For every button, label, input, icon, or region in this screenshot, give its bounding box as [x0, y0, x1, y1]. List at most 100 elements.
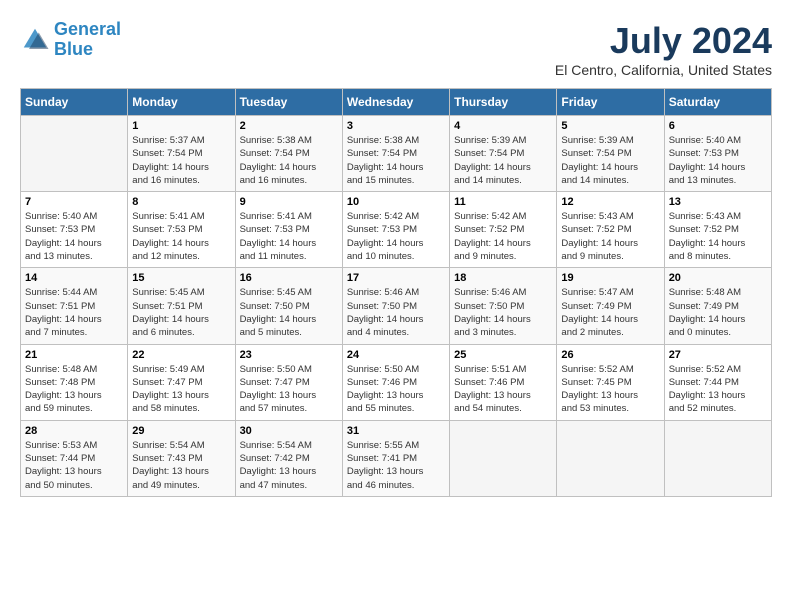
day-info: Sunrise: 5:54 AM Sunset: 7:42 PM Dayligh… — [240, 439, 338, 492]
calendar-cell: 1 Sunrise: 5:37 AM Sunset: 7:54 PM Daylig… — [128, 116, 235, 192]
day-info: Sunrise: 5:42 AM Sunset: 7:52 PM Dayligh… — [454, 210, 552, 263]
day-info: Sunrise: 5:40 AM Sunset: 7:53 PM Dayligh… — [25, 210, 123, 263]
day-info: Sunrise: 5:44 AM Sunset: 7:51 PM Dayligh… — [25, 286, 123, 339]
calendar-week-row: 28 Sunrise: 5:53 AM Sunset: 7:44 PM Dayli… — [21, 420, 772, 496]
day-number: 14 — [25, 272, 123, 284]
calendar-cell: 26 Sunrise: 5:52 AM Sunset: 7:45 PM Dayli… — [557, 344, 664, 420]
calendar-cell: 23Sunrise: 5:50 AM Sunset: 7:47 PM Dayli… — [235, 344, 342, 420]
month-title: July 2024 — [555, 20, 772, 62]
day-info: Sunrise: 5:39 AM Sunset: 7:54 PM Dayligh… — [454, 134, 552, 187]
day-info: Sunrise: 5:52 AM Sunset: 7:45 PM Dayligh… — [561, 363, 659, 416]
calendar-cell: 3Sunrise: 5:38 AM Sunset: 7:54 PM Daylig… — [342, 116, 449, 192]
day-number: 16 — [240, 272, 338, 284]
day-info: Sunrise: 5:38 AM Sunset: 7:54 PM Dayligh… — [240, 134, 338, 187]
day-number: 2 — [240, 120, 338, 132]
day-info: Sunrise: 5:46 AM Sunset: 7:50 PM Dayligh… — [454, 286, 552, 339]
day-number: 28 — [25, 425, 123, 437]
calendar-cell: 20Sunrise: 5:48 AM Sunset: 7:49 PM Dayli… — [664, 268, 771, 344]
day-info: Sunrise: 5:48 AM Sunset: 7:48 PM Dayligh… — [25, 363, 123, 416]
day-info: Sunrise: 5:55 AM Sunset: 7:41 PM Dayligh… — [347, 439, 445, 492]
day-number: 26 — [561, 349, 659, 361]
day-number: 4 — [454, 120, 552, 132]
day-number: 19 — [561, 272, 659, 284]
calendar-cell: 6 Sunrise: 5:40 AM Sunset: 7:53 PM Daylig… — [664, 116, 771, 192]
title-area: July 2024 El Centro, California, United … — [555, 20, 772, 78]
day-number: 11 — [454, 196, 552, 208]
day-number: 22 — [132, 349, 230, 361]
day-info: Sunrise: 5:45 AM Sunset: 7:51 PM Dayligh… — [132, 286, 230, 339]
calendar-cell: 21 Sunrise: 5:48 AM Sunset: 7:48 PM Dayli… — [21, 344, 128, 420]
calendar-cell: 5Sunrise: 5:39 AM Sunset: 7:54 PM Daylig… — [557, 116, 664, 192]
calendar-cell — [664, 420, 771, 496]
day-number: 7 — [25, 196, 123, 208]
day-info: Sunrise: 5:45 AM Sunset: 7:50 PM Dayligh… — [240, 286, 338, 339]
calendar-cell: 4 Sunrise: 5:39 AM Sunset: 7:54 PM Daylig… — [450, 116, 557, 192]
day-number: 5 — [561, 120, 659, 132]
day-number: 12 — [561, 196, 659, 208]
day-info: Sunrise: 5:53 AM Sunset: 7:44 PM Dayligh… — [25, 439, 123, 492]
header-day-tuesday: Tuesday — [235, 89, 342, 116]
day-info: Sunrise: 5:43 AM Sunset: 7:52 PM Dayligh… — [561, 210, 659, 263]
day-number: 20 — [669, 272, 767, 284]
logo: General Blue — [20, 20, 121, 60]
calendar-cell: 14 Sunrise: 5:44 AM Sunset: 7:51 PM Dayli… — [21, 268, 128, 344]
day-number: 29 — [132, 425, 230, 437]
header-day-saturday: Saturday — [664, 89, 771, 116]
logo-icon — [20, 25, 50, 55]
day-info: Sunrise: 5:47 AM Sunset: 7:49 PM Dayligh… — [561, 286, 659, 339]
logo-text: General Blue — [54, 20, 121, 60]
calendar-week-row: 21 Sunrise: 5:48 AM Sunset: 7:48 PM Dayli… — [21, 344, 772, 420]
calendar-header-row: SundayMondayTuesdayWednesdayThursdayFrid… — [21, 89, 772, 116]
day-info: Sunrise: 5:46 AM Sunset: 7:50 PM Dayligh… — [347, 286, 445, 339]
day-info: Sunrise: 5:54 AM Sunset: 7:43 PM Dayligh… — [132, 439, 230, 492]
calendar-cell: 8 Sunrise: 5:41 AM Sunset: 7:53 PM Daylig… — [128, 192, 235, 268]
calendar-cell — [557, 420, 664, 496]
day-number: 25 — [454, 349, 552, 361]
header-day-sunday: Sunday — [21, 89, 128, 116]
location-title: El Centro, California, United States — [555, 62, 772, 78]
calendar-cell: 12 Sunrise: 5:43 AM Sunset: 7:52 PM Dayli… — [557, 192, 664, 268]
calendar-cell: 29 Sunrise: 5:54 AM Sunset: 7:43 PM Dayli… — [128, 420, 235, 496]
day-number: 17 — [347, 272, 445, 284]
day-number: 1 — [132, 120, 230, 132]
day-number: 18 — [454, 272, 552, 284]
calendar-cell: 19 Sunrise: 5:47 AM Sunset: 7:49 PM Dayli… — [557, 268, 664, 344]
calendar-cell: 27 Sunrise: 5:52 AM Sunset: 7:44 PM Dayli… — [664, 344, 771, 420]
day-info: Sunrise: 5:50 AM Sunset: 7:46 PM Dayligh… — [347, 363, 445, 416]
day-info: Sunrise: 5:41 AM Sunset: 7:53 PM Dayligh… — [240, 210, 338, 263]
header: General Blue July 2024 El Centro, Califo… — [20, 20, 772, 78]
day-number: 21 — [25, 349, 123, 361]
calendar-week-row: 1 Sunrise: 5:37 AM Sunset: 7:54 PM Daylig… — [21, 116, 772, 192]
day-info: Sunrise: 5:42 AM Sunset: 7:53 PM Dayligh… — [347, 210, 445, 263]
day-number: 6 — [669, 120, 767, 132]
day-info: Sunrise: 5:40 AM Sunset: 7:53 PM Dayligh… — [669, 134, 767, 187]
calendar-cell: 13 Sunrise: 5:43 AM Sunset: 7:52 PM Dayli… — [664, 192, 771, 268]
calendar-cell: 18 Sunrise: 5:46 AM Sunset: 7:50 PM Dayli… — [450, 268, 557, 344]
day-number: 10 — [347, 196, 445, 208]
header-day-wednesday: Wednesday — [342, 89, 449, 116]
day-info: Sunrise: 5:52 AM Sunset: 7:44 PM Dayligh… — [669, 363, 767, 416]
day-number: 8 — [132, 196, 230, 208]
day-number: 13 — [669, 196, 767, 208]
calendar-cell: 16 Sunrise: 5:45 AM Sunset: 7:50 PM Dayli… — [235, 268, 342, 344]
day-info: Sunrise: 5:51 AM Sunset: 7:46 PM Dayligh… — [454, 363, 552, 416]
calendar-cell: 25 Sunrise: 5:51 AM Sunset: 7:46 PM Dayli… — [450, 344, 557, 420]
header-day-thursday: Thursday — [450, 89, 557, 116]
calendar-week-row: 14 Sunrise: 5:44 AM Sunset: 7:51 PM Dayli… — [21, 268, 772, 344]
calendar-cell: 15Sunrise: 5:45 AM Sunset: 7:51 PM Dayli… — [128, 268, 235, 344]
calendar-cell: 31 Sunrise: 5:55 AM Sunset: 7:41 PM Dayli… — [342, 420, 449, 496]
day-number: 9 — [240, 196, 338, 208]
header-day-monday: Monday — [128, 89, 235, 116]
calendar-cell — [21, 116, 128, 192]
day-info: Sunrise: 5:37 AM Sunset: 7:54 PM Dayligh… — [132, 134, 230, 187]
day-number: 27 — [669, 349, 767, 361]
day-info: Sunrise: 5:49 AM Sunset: 7:47 PM Dayligh… — [132, 363, 230, 416]
calendar-cell: 10 Sunrise: 5:42 AM Sunset: 7:53 PM Dayli… — [342, 192, 449, 268]
calendar-cell: 7 Sunrise: 5:40 AM Sunset: 7:53 PM Daylig… — [21, 192, 128, 268]
day-number: 23 — [240, 349, 338, 361]
day-info: Sunrise: 5:43 AM Sunset: 7:52 PM Dayligh… — [669, 210, 767, 263]
day-number: 3 — [347, 120, 445, 132]
header-day-friday: Friday — [557, 89, 664, 116]
day-info: Sunrise: 5:41 AM Sunset: 7:53 PM Dayligh… — [132, 210, 230, 263]
day-number: 31 — [347, 425, 445, 437]
